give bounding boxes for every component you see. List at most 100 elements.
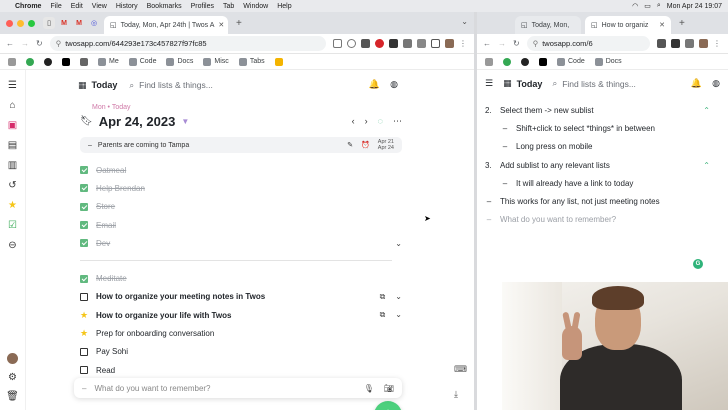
add-button[interactable]: + [374, 401, 402, 410]
list-item[interactable]: Dev ⌄ [80, 234, 402, 252]
checkbox[interactable] [80, 239, 88, 248]
checkbox[interactable] [80, 292, 88, 301]
back-icon[interactable]: ← [483, 39, 491, 48]
edit-icon[interactable]: ✎ [347, 141, 353, 149]
bookmark-icon-item[interactable] [44, 57, 52, 66]
list-item[interactable]: Oatmeal [80, 161, 402, 179]
new-tab-button[interactable]: + [675, 18, 689, 29]
bookmark-icon-item[interactable] [62, 57, 70, 66]
list-item[interactable]: ★ How to organize your life with Twos ⧉ ⌄ [80, 306, 402, 324]
settings-gear-icon[interactable]: ⚙ [8, 372, 17, 383]
share-icon[interactable] [333, 39, 342, 48]
wifi-icon[interactable]: ◠ [632, 2, 638, 10]
site-info-icon[interactable]: ⚲ [533, 39, 539, 48]
camera-icon[interactable]: 📷︎ [384, 384, 394, 393]
extension-icon[interactable] [657, 39, 666, 48]
minimize-window-button[interactable] [17, 19, 24, 27]
checkbox[interactable] [80, 366, 88, 375]
bookmark-folder-code[interactable]: Code [557, 57, 585, 66]
list-item[interactable]: Read [80, 361, 402, 379]
extension-icon[interactable] [389, 39, 398, 48]
extension-icon[interactable] [403, 39, 412, 48]
new-tab-button[interactable]: + [232, 18, 246, 29]
close-window-button[interactable] [6, 19, 13, 27]
grammarly-badge-icon[interactable]: G [693, 259, 703, 269]
menu-file[interactable]: File [50, 3, 61, 10]
keyboard-icon[interactable]: ⌨ [454, 364, 467, 375]
more-icon[interactable]: ⊖ [8, 240, 16, 251]
list-item[interactable]: 2. Select them -> new sublist ⌃ [485, 101, 728, 119]
bookmark-icon-item[interactable] [8, 57, 16, 66]
extension-icon[interactable] [671, 39, 680, 48]
tab-how-to-organize[interactable]: ◱ How to organiz ✕ [585, 16, 671, 34]
hamburger-menu-icon[interactable]: ☰ [485, 78, 493, 89]
profile-avatar[interactable] [445, 39, 454, 48]
forward-icon[interactable]: → [21, 39, 29, 48]
checkbox[interactable] [80, 274, 88, 283]
menu-tab[interactable]: Tab [223, 3, 234, 10]
trash-icon[interactable]: 🗑 [6, 391, 19, 402]
bookmark-icon-item[interactable] [521, 57, 529, 66]
reload-icon[interactable]: ↻ [513, 39, 520, 48]
bookmark-folder-tabs[interactable]: Tabs [238, 57, 265, 66]
list-item[interactable]: – Long press on mobile [485, 138, 728, 156]
list-item[interactable]: ★ Prep for onboarding conversation [80, 324, 402, 342]
bookmark-folder-me[interactable]: Me [98, 57, 119, 66]
menu-kebab-icon[interactable]: ⋮ [459, 39, 468, 48]
extension-icon[interactable] [375, 39, 384, 48]
checkbox[interactable] [80, 347, 88, 356]
bell-icon[interactable]: 🔔 [369, 79, 380, 90]
extension-icon[interactable] [685, 39, 694, 48]
chevron-down-icon[interactable]: ⌄ [395, 310, 402, 320]
globe-icon[interactable]: ◍ [712, 78, 720, 89]
globe-icon[interactable]: ◍ [390, 79, 398, 90]
next-day-icon[interactable]: › [365, 116, 368, 127]
more-options-icon[interactable]: ⋯ [393, 116, 402, 127]
calendar-today-icon[interactable]: ▣ [8, 120, 17, 131]
user-avatar[interactable] [6, 353, 18, 364]
prev-day-icon[interactable]: ‹ [352, 116, 355, 127]
tab-search-icon[interactable]: ⌄ [461, 17, 468, 26]
battery-icon[interactable]: ▭ [644, 2, 651, 10]
today-button[interactable]: ▦ Today [78, 80, 117, 91]
search-icon[interactable]: ⌕ [657, 2, 661, 10]
list-item[interactable]: 3. Add sublist to any relevant lists ⌃ [485, 156, 728, 174]
history-icon[interactable]: ↺ [8, 180, 16, 191]
bookmark-icon[interactable]: 🔖︎ [80, 116, 93, 127]
tab-today[interactable]: ◱ Today, Mon, [515, 16, 581, 34]
back-icon[interactable]: ← [6, 39, 14, 48]
list-item[interactable]: Pay Sohi [80, 343, 402, 361]
star-icon[interactable]: ★ [80, 328, 88, 339]
bookmark-folder-code[interactable]: Code [128, 57, 156, 66]
hamburger-menu-icon[interactable]: ☰ [8, 80, 17, 91]
address-bar[interactable]: ⚲ twosapp.com/6 [526, 36, 650, 51]
menu-history[interactable]: History [116, 3, 138, 10]
list-item[interactable]: – This works for any list, not just meet… [485, 192, 728, 210]
checklist-icon[interactable]: ☑ [8, 220, 17, 231]
list-item[interactable]: – It will already have a link to today [485, 174, 728, 192]
microphone-icon[interactable]: 🎙︎ [364, 384, 374, 393]
open-link-icon[interactable]: ⧉ [380, 292, 386, 302]
chevron-down-icon[interactable]: ⌄ [395, 239, 402, 248]
search-input[interactable]: ⌕ Find lists & things... [129, 80, 398, 91]
bookmark-icon-item[interactable] [503, 57, 511, 66]
new-item-input[interactable]: – What do you want to remember? [485, 211, 728, 229]
tab-today[interactable]: ◱ Today, Mon, Apr 24th | Twos A ✕ [104, 16, 228, 34]
list-item[interactable]: Email [80, 216, 402, 234]
menu-profiles[interactable]: Profiles [191, 3, 214, 10]
reminder-banner[interactable]: – Parents are coming to Tampa ✎ ⏰ Apr 21… [80, 137, 402, 153]
zoom-window-button[interactable] [28, 19, 35, 27]
checkbox[interactable] [80, 202, 88, 211]
menu-kebab-icon[interactable]: ⋮ [713, 39, 722, 48]
composer-input[interactable]: – What do you want to remember? 🎙︎ 📷︎ [74, 378, 402, 398]
pinned-tab-icon[interactable]: ▯ [43, 17, 55, 29]
pinned-tab-icon[interactable]: ◎ [88, 17, 100, 29]
menubar-app-name[interactable]: Chrome [15, 3, 41, 10]
list-item[interactable]: Store [80, 198, 402, 216]
bookmark-folder-docs[interactable]: Docs [594, 57, 622, 66]
notes-icon[interactable]: ▥ [8, 160, 17, 171]
pinned-tab-icon[interactable]: M [58, 17, 70, 29]
bookmark-icon-item[interactable] [80, 57, 88, 66]
puzzle-icon[interactable] [417, 39, 426, 48]
menu-bookmarks[interactable]: Bookmarks [147, 3, 182, 10]
